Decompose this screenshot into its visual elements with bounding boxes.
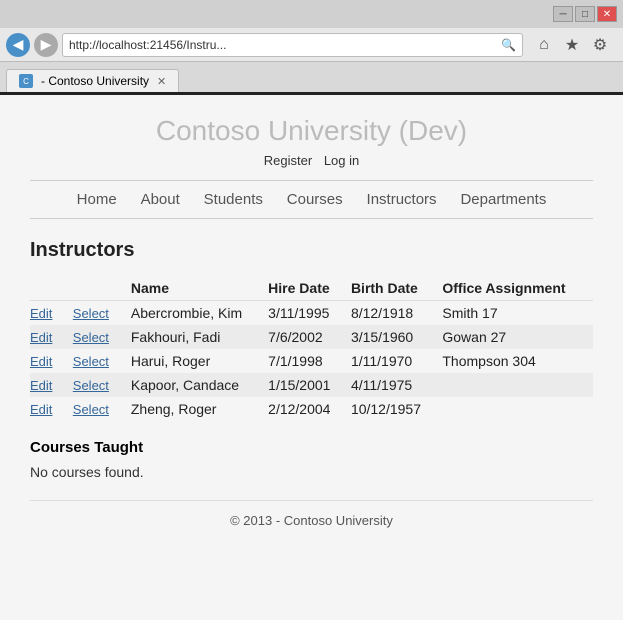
title-bar: ─ □ ✕ <box>0 0 623 28</box>
birth-date-cell: 10/12/1957 <box>351 397 442 421</box>
nav-instructors[interactable]: Instructors <box>367 191 437 208</box>
select-cell: Select <box>73 325 131 349</box>
hire-date-cell: 3/11/1995 <box>268 301 351 326</box>
site-nav: Home About Students Courses Instructors … <box>30 180 593 219</box>
edit-cell: Edit <box>30 349 73 373</box>
login-link[interactable]: Log in <box>324 153 359 168</box>
site-title: Contoso University (Dev) <box>30 115 593 147</box>
site-links: Register Log in <box>30 153 593 168</box>
nav-about[interactable]: About <box>141 191 180 208</box>
hire-date-cell: 7/6/2002 <box>268 325 351 349</box>
select-cell: Select <box>73 301 131 326</box>
col-office: Office Assignment <box>442 276 593 301</box>
office-cell: Gowan 27 <box>442 325 593 349</box>
name-cell: Kapoor, Candace <box>131 373 268 397</box>
select-link[interactable]: Select <box>73 378 109 393</box>
edit-cell: Edit <box>30 397 73 421</box>
minimize-button[interactable]: ─ <box>553 6 573 22</box>
page-heading: Instructors <box>30 239 593 262</box>
col-birth-date: Birth Date <box>351 276 442 301</box>
select-link[interactable]: Select <box>73 330 109 345</box>
edit-link[interactable]: Edit <box>30 330 52 345</box>
select-cell: Select <box>73 373 131 397</box>
col-actions <box>30 276 131 301</box>
birth-date-cell: 8/12/1918 <box>351 301 442 326</box>
instructors-table: Name Hire Date Birth Date Office Assignm… <box>30 276 593 421</box>
edit-link[interactable]: Edit <box>30 402 52 417</box>
select-cell: Select <box>73 397 131 421</box>
edit-cell: Edit <box>30 301 73 326</box>
nav-students[interactable]: Students <box>204 191 263 208</box>
address-input[interactable] <box>69 38 501 52</box>
courses-heading: Courses Taught <box>30 439 593 456</box>
maximize-button[interactable]: □ <box>575 6 595 22</box>
nav-departments[interactable]: Departments <box>460 191 546 208</box>
office-cell <box>442 397 593 421</box>
nav-bar: ◀ ▶ 🔍 ⌂ ★ ⚙ <box>0 28 623 62</box>
table-row: Edit Select Fakhouri, Fadi 7/6/2002 3/15… <box>30 325 593 349</box>
select-link[interactable]: Select <box>73 306 109 321</box>
table-row: Edit Select Abercrombie, Kim 3/11/1995 8… <box>30 301 593 326</box>
tab-favicon: C <box>19 74 33 88</box>
page-content: Contoso University (Dev) Register Log in… <box>0 95 623 620</box>
select-link[interactable]: Select <box>73 354 109 369</box>
home-icon[interactable]: ⌂ <box>533 34 555 56</box>
edit-link[interactable]: Edit <box>30 354 52 369</box>
settings-icon[interactable]: ⚙ <box>589 34 611 56</box>
forward-button[interactable]: ▶ <box>34 33 58 57</box>
name-cell: Harui, Roger <box>131 349 268 373</box>
birth-date-cell: 3/15/1960 <box>351 325 442 349</box>
edit-cell: Edit <box>30 325 73 349</box>
select-link[interactable]: Select <box>73 402 109 417</box>
table-row: Edit Select Zheng, Roger 2/12/2004 10/12… <box>30 397 593 421</box>
name-cell: Fakhouri, Fadi <box>131 325 268 349</box>
close-button[interactable]: ✕ <box>597 6 617 22</box>
tab-bar: C - Contoso University ✕ <box>0 62 623 92</box>
office-cell: Smith 17 <box>442 301 593 326</box>
name-cell: Zheng, Roger <box>131 397 268 421</box>
register-link[interactable]: Register <box>264 153 312 168</box>
col-hire-date: Hire Date <box>268 276 351 301</box>
title-bar-buttons: ─ □ ✕ <box>553 6 617 22</box>
search-icon: 🔍 <box>501 38 516 52</box>
col-name: Name <box>131 276 268 301</box>
back-button[interactable]: ◀ <box>6 33 30 57</box>
hire-date-cell: 2/12/2004 <box>268 397 351 421</box>
select-cell: Select <box>73 349 131 373</box>
browser-tab[interactable]: C - Contoso University ✕ <box>6 69 179 92</box>
hire-date-cell: 7/1/1998 <box>268 349 351 373</box>
office-cell <box>442 373 593 397</box>
toolbar-icons: ⌂ ★ ⚙ <box>527 32 617 58</box>
table-row: Edit Select Harui, Roger 7/1/1998 1/11/1… <box>30 349 593 373</box>
edit-cell: Edit <box>30 373 73 397</box>
edit-link[interactable]: Edit <box>30 378 52 393</box>
no-courses-message: No courses found. <box>30 464 593 480</box>
birth-date-cell: 1/11/1970 <box>351 349 442 373</box>
hire-date-cell: 1/15/2001 <box>268 373 351 397</box>
edit-link[interactable]: Edit <box>30 306 52 321</box>
address-bar[interactable]: 🔍 <box>62 33 523 57</box>
courses-section: Courses Taught No courses found. <box>30 439 593 480</box>
nav-home[interactable]: Home <box>77 191 117 208</box>
birth-date-cell: 4/11/1975 <box>351 373 442 397</box>
tab-title: - Contoso University <box>41 74 149 88</box>
page-footer: © 2013 - Contoso University <box>30 500 593 540</box>
tab-close-icon[interactable]: ✕ <box>157 75 166 88</box>
table-row: Edit Select Kapoor, Candace 1/15/2001 4/… <box>30 373 593 397</box>
name-cell: Abercrombie, Kim <box>131 301 268 326</box>
office-cell: Thompson 304 <box>442 349 593 373</box>
nav-courses[interactable]: Courses <box>287 191 343 208</box>
favorites-icon[interactable]: ★ <box>561 34 583 56</box>
